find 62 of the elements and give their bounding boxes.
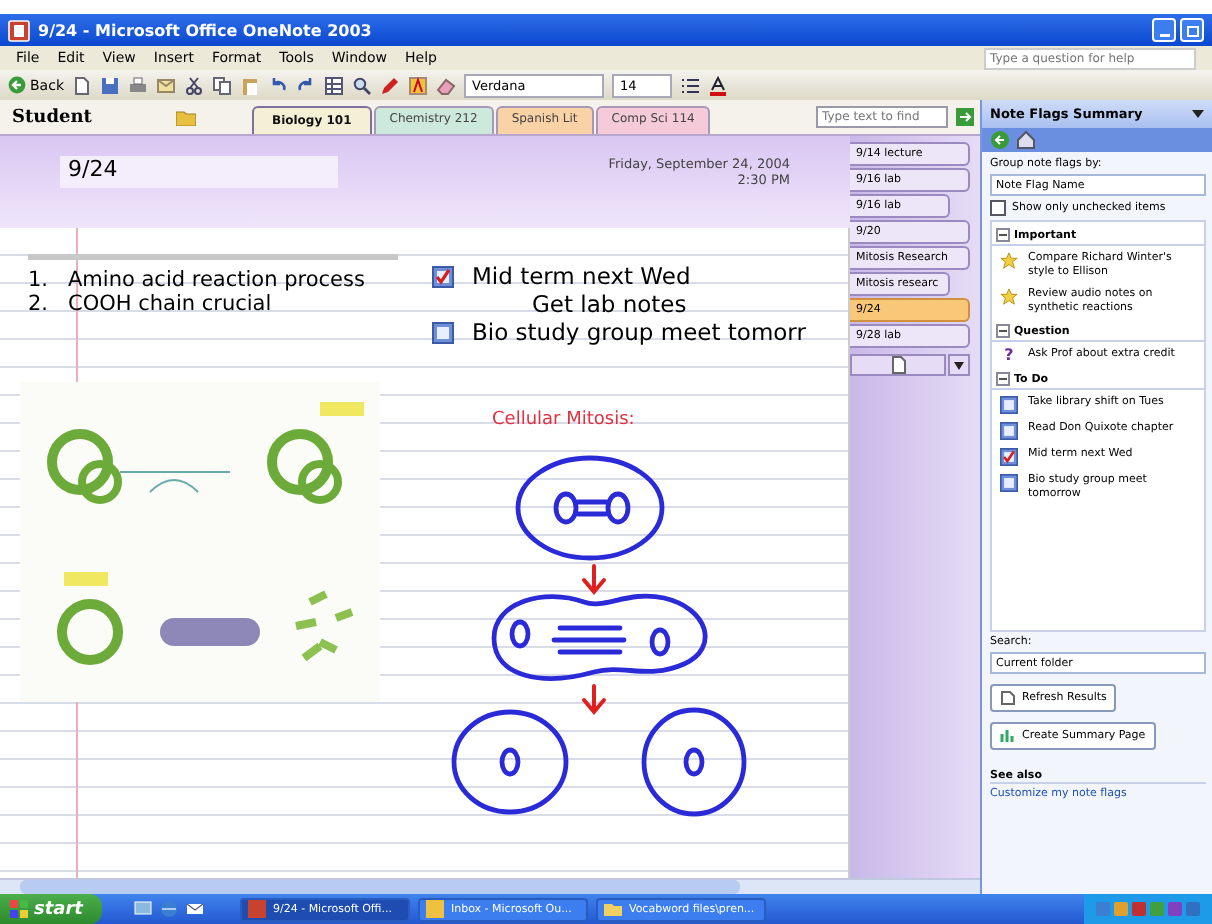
star-icon: [1000, 288, 1018, 306]
collapse-toggle[interactable]: [996, 228, 1010, 242]
new-page-button[interactable]: [850, 354, 946, 376]
font-color-icon[interactable]: [708, 75, 728, 95]
back-arrow-icon: [8, 76, 26, 94]
note-text: Get lab notes: [530, 290, 687, 318]
window-title: 9/24 - Microsoft Office OneNote 2003: [38, 21, 372, 39]
outline-drag-handle[interactable]: [28, 254, 398, 260]
page-icon: [1000, 690, 1016, 706]
mail-app-icon: [426, 900, 445, 918]
checked-box-icon[interactable]: [432, 265, 454, 287]
desktop-icon[interactable]: [134, 900, 153, 918]
eraser-icon[interactable]: [436, 75, 456, 95]
note-text: Bio study group meet tomorr: [472, 318, 806, 346]
undo-icon[interactable]: [268, 75, 288, 95]
star-icon: [1000, 252, 1018, 270]
folder-icon: [604, 900, 623, 918]
bar-chart-icon: [1000, 728, 1016, 744]
go-arrow-icon[interactable]: [956, 108, 974, 126]
caret-icon: [954, 361, 964, 369]
checkbox[interactable]: [990, 200, 1006, 216]
table-icon[interactable]: [324, 75, 344, 95]
mail-icon[interactable]: [156, 75, 176, 95]
save-icon[interactable]: [100, 75, 120, 95]
note-text: Amino acid reaction process: [68, 268, 365, 292]
handwritten-heading: Cellular Mitosis:: [492, 410, 635, 430]
question-mark-icon: ?: [1000, 348, 1018, 364]
list-number: 2.: [28, 292, 51, 316]
highlighter-icon[interactable]: [408, 75, 428, 95]
app-icon: [8, 19, 30, 41]
checked-box-icon[interactable]: [1000, 448, 1018, 466]
redo-icon[interactable]: [296, 75, 316, 95]
maximize-icon: [1185, 23, 1199, 37]
checkbox-icon[interactable]: [432, 321, 454, 343]
page-title-field[interactable]: 9/24: [60, 156, 338, 188]
notebook-name[interactable]: Student: [12, 107, 168, 127]
print-icon[interactable]: [128, 75, 148, 95]
note-text: Mid term next Wed: [472, 262, 691, 290]
checkbox-icon[interactable]: [1000, 474, 1018, 492]
dropdown-arrow-icon[interactable]: [1192, 110, 1204, 118]
bullet-list-icon[interactable]: [680, 75, 700, 95]
page-icon[interactable]: [72, 75, 92, 95]
copy-icon[interactable]: [212, 75, 232, 95]
restore-button[interactable]: [1180, 18, 1204, 42]
app-icon: [248, 900, 267, 918]
checkbox-icon[interactable]: [1000, 396, 1018, 414]
new-page-dropdown[interactable]: [948, 354, 970, 376]
collapse-toggle[interactable]: [996, 372, 1010, 386]
horizontal-scrollbar[interactable]: [0, 878, 980, 894]
collapse-toggle[interactable]: [996, 324, 1010, 338]
windows-logo-icon: [10, 900, 28, 918]
cut-icon[interactable]: [184, 75, 204, 95]
search-icon[interactable]: [352, 75, 372, 95]
back-arrow-icon[interactable]: [990, 130, 1010, 150]
globe-icon[interactable]: [160, 900, 179, 918]
note-text: COOH chain crucial: [68, 292, 272, 316]
minimize-button[interactable]: [1152, 18, 1176, 42]
mail-icon[interactable]: [186, 900, 205, 918]
checkbox-icon[interactable]: [1000, 422, 1018, 440]
list-number: 1.: [28, 268, 51, 292]
pen-icon[interactable]: [380, 75, 400, 95]
page-icon: [891, 356, 905, 374]
